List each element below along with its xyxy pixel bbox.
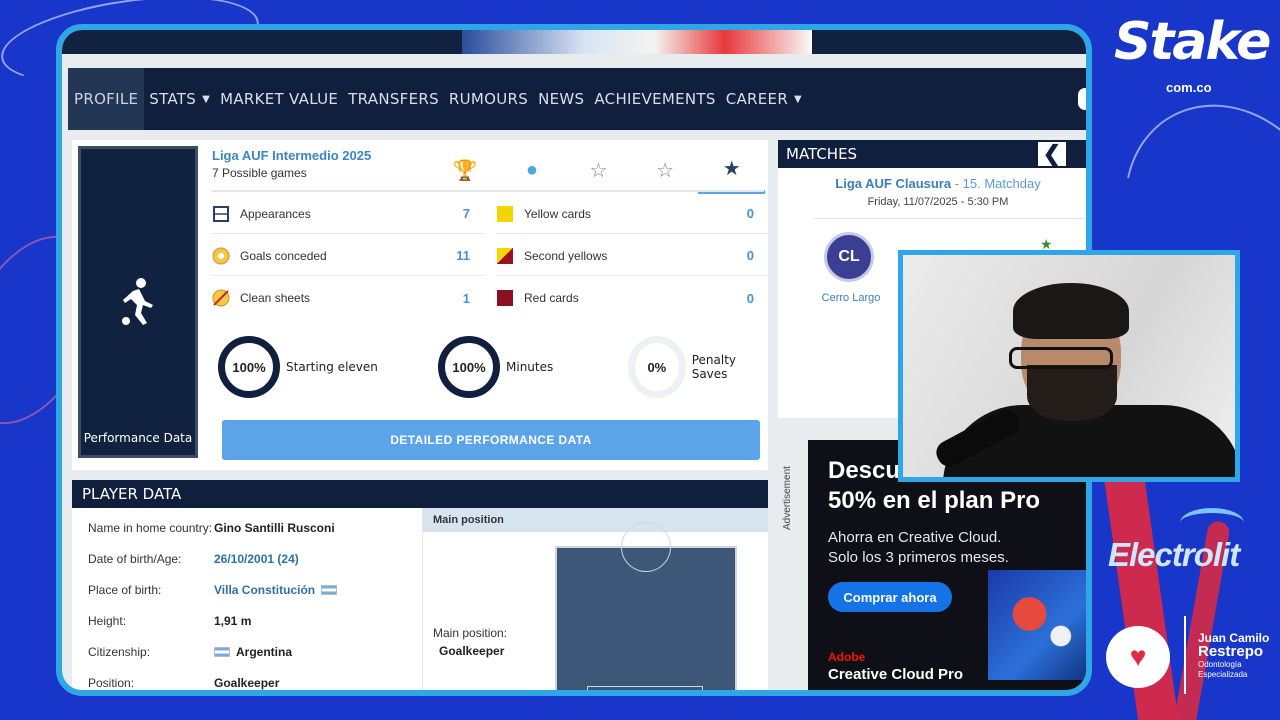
electrolit-logo: Electrolit	[1108, 536, 1240, 573]
caret-down-icon: ▼	[202, 93, 211, 105]
position-pitch	[555, 522, 737, 690]
player-data-card: PLAYER DATA Name in home country: Gino S…	[72, 480, 768, 690]
chevron-left-icon[interactable]: ❮	[1036, 140, 1068, 168]
match-date: Friday, 11/07/2025 - 5:30 PM	[867, 196, 1009, 208]
webcam-overlay	[898, 250, 1240, 482]
caret-down-icon: ▼	[794, 93, 803, 105]
performance-card: Performance Data Liga AUF Intermedio 202…	[72, 140, 768, 470]
argentina-flag-icon	[214, 647, 230, 657]
copa-auf-logo-icon[interactable]: ●	[499, 146, 566, 194]
row-position: Position: Goalkeeper	[88, 676, 280, 690]
player-data-title: PLAYER DATA	[72, 480, 768, 508]
tooth-logo-icon: ♥	[1106, 626, 1170, 688]
tab-career[interactable]: CAREER ▼	[721, 68, 807, 130]
row-birth-place: Place of birth: Villa Constitución	[88, 580, 343, 600]
competition-title[interactable]: Liga AUF Intermedio 2025	[212, 148, 371, 163]
match-league[interactable]: Liga AUF Clausura - 15. Matchday	[778, 176, 1086, 191]
row-home-name: Name in home country: Gino Santilli Rusc…	[88, 521, 335, 535]
sponsor-name: Juan Camilo Restrepo Odontología Especia…	[1198, 631, 1270, 679]
tab-rumours[interactable]: RUMOURS	[444, 68, 533, 130]
stat-yellow-cards: Yellow cards 0	[496, 194, 768, 234]
no-goal-icon	[212, 289, 230, 307]
stat-appearances: Appearances 7	[212, 194, 484, 234]
main-position-panel: Main position Main position: Goalkeeper	[422, 508, 768, 690]
detailed-performance-button[interactable]: DETAILED PERFORMANCE DATA	[222, 420, 760, 460]
red-card-icon	[496, 289, 514, 307]
profile-nav: PROFILE STATS ▼ MARKET VALUE TRANSFERS RU…	[68, 68, 1086, 130]
settings-icon[interactable]	[1078, 88, 1086, 110]
cerro-largo-crest[interactable]: CL	[824, 232, 874, 282]
stat-second-yellows: Second yellows 0	[496, 236, 768, 276]
ball-icon	[212, 247, 230, 265]
row-birth-date: Date of birth/Age: 26/10/2001 (24)	[88, 552, 299, 566]
possible-games: 7 Possible games	[212, 166, 307, 180]
stat-red-cards: Red cards 0	[496, 278, 768, 318]
libertadores-trophy-icon[interactable]: 🏆	[432, 146, 499, 194]
tab-achievements[interactable]: ACHIEVEMENTS	[589, 68, 720, 130]
tab-market-value[interactable]: MARKET VALUE	[215, 68, 343, 130]
stat-clean-sheets: Clean sheets 1	[212, 278, 484, 318]
electrolit-swoosh-icon	[1180, 508, 1244, 538]
buy-now-button[interactable]: Comprar ahora	[828, 582, 952, 612]
yellow-card-icon	[496, 205, 514, 223]
performance-sidebar: Performance Data	[78, 146, 198, 458]
row-citizenship: Citizenship: Argentina	[88, 645, 293, 659]
adobe-logo: Adobe	[828, 650, 866, 664]
argentina-flag-icon	[321, 585, 338, 595]
performance-caption: Performance Data	[83, 431, 193, 445]
tab-news[interactable]: NEWS	[533, 68, 589, 130]
stat-goals-conceded: Goals conceded 11	[212, 236, 484, 276]
club-kits-banner	[462, 30, 812, 54]
liga-star-icon[interactable]: ☆	[565, 146, 632, 194]
second-yellow-icon	[496, 247, 514, 265]
penalty-saves-ring: 0% Penalty Saves	[628, 336, 768, 398]
stake-domain: com.co	[1166, 80, 1212, 95]
header-banner	[62, 30, 1086, 62]
main-position-header: Main position	[423, 508, 768, 532]
chevron-right-icon[interactable]	[1072, 140, 1086, 168]
starting-eleven-ring: 100% Starting eleven	[218, 336, 378, 398]
liga-star-icon[interactable]: ★	[698, 146, 765, 194]
advertisement-label: Advertisement	[782, 466, 793, 530]
row-height: Height: 1,91 m	[88, 614, 252, 628]
player-kicking-icon	[122, 278, 153, 325]
home-team-name[interactable]: Cerro Largo	[808, 292, 894, 304]
competition-tabs: 🏆 ● ☆ ☆ ★	[432, 146, 765, 194]
minutes-ring: 100% Minutes	[438, 336, 553, 398]
tab-transfers[interactable]: TRANSFERS	[343, 68, 444, 130]
stake-logo: Stake	[1114, 12, 1271, 72]
tab-profile[interactable]: PROFILE	[68, 68, 145, 130]
frog-image	[988, 570, 1086, 680]
tab-stats[interactable]: STATS ▼	[144, 68, 215, 130]
pitch-icon	[212, 205, 230, 223]
liga-star-icon[interactable]: ☆	[632, 146, 699, 194]
